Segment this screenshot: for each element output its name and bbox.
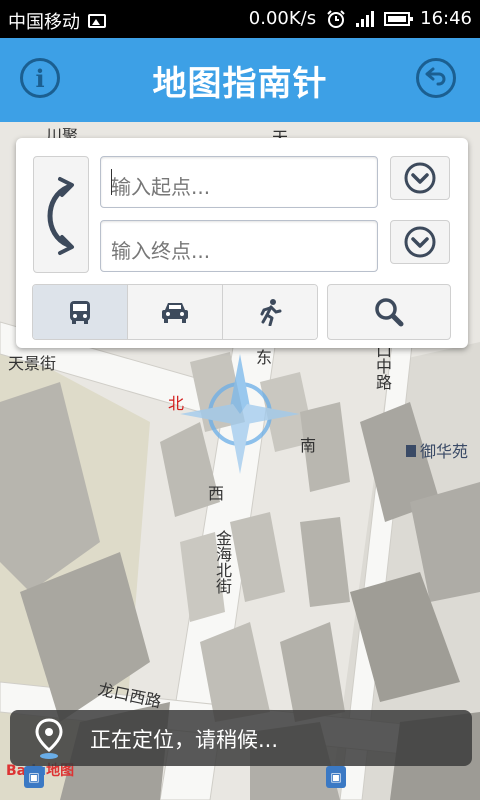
map-label-longkou-middle-road: 口中路 [373, 342, 392, 390]
map-label-tianjing-street: 天景街 [8, 354, 57, 373]
end-point-input[interactable]: 输入终点... [100, 220, 378, 272]
locating-message: 正在定位，请稍候... [90, 728, 279, 752]
compass-label-west: 西 [208, 484, 225, 503]
bus-icon [70, 301, 90, 324]
undo-arrow-icon [425, 67, 446, 86]
swap-endpoints-button[interactable] [33, 156, 89, 273]
map-label-jinhai-north-street: 金海北街 [213, 530, 232, 594]
back-button[interactable] [416, 58, 456, 98]
poi-building-icon [406, 445, 416, 457]
app-bar: i 地图指南针 [0, 38, 480, 122]
poi-name: 御华苑 [420, 442, 469, 461]
map-label-yuhuayuan: 御华苑 [406, 438, 468, 462]
route-search-panel: 输入起点... 输入终点... [16, 138, 468, 348]
swap-arrows-icon [47, 177, 74, 255]
clock: 16:46 [420, 8, 472, 29]
status-bar: 中国移动 0.00K/s 16:46 [0, 0, 480, 38]
carrier-name: 中国移动 [8, 12, 80, 33]
bus-stop-icon: ▣ [326, 766, 346, 788]
search-button[interactable] [327, 284, 451, 340]
travel-mode-selector [32, 284, 318, 340]
compass-label-south: 南 [300, 436, 317, 455]
search-icon [375, 298, 404, 327]
compass-label-north: 北 [168, 394, 185, 413]
car-icon [162, 303, 188, 323]
locating-toast: 正在定位，请稍候... [10, 710, 472, 766]
start-placeholder: 输入起点... [111, 175, 211, 199]
image-notification-icon [88, 14, 106, 28]
mode-car-button[interactable] [128, 285, 223, 339]
signal-icon [356, 10, 375, 27]
mode-bus-button[interactable] [33, 285, 128, 339]
chevron-down-circle-icon [404, 226, 436, 258]
start-dropdown-button[interactable] [390, 156, 450, 200]
text-cursor [111, 169, 112, 195]
location-pin-icon [35, 718, 63, 759]
walk-icon [260, 299, 282, 326]
app-title: 地图指南针 [152, 64, 328, 104]
end-dropdown-button[interactable] [390, 220, 450, 264]
chevron-down-circle-icon [404, 162, 436, 194]
mode-walk-button[interactable] [223, 285, 317, 339]
battery-icon [384, 11, 414, 26]
bus-stop-icon: ▣ [24, 766, 44, 788]
alarm-icon [327, 9, 345, 28]
start-point-input[interactable]: 输入起点... [100, 156, 378, 208]
network-speed: 0.00K/s [248, 8, 317, 29]
end-placeholder: 输入终点... [111, 239, 211, 263]
